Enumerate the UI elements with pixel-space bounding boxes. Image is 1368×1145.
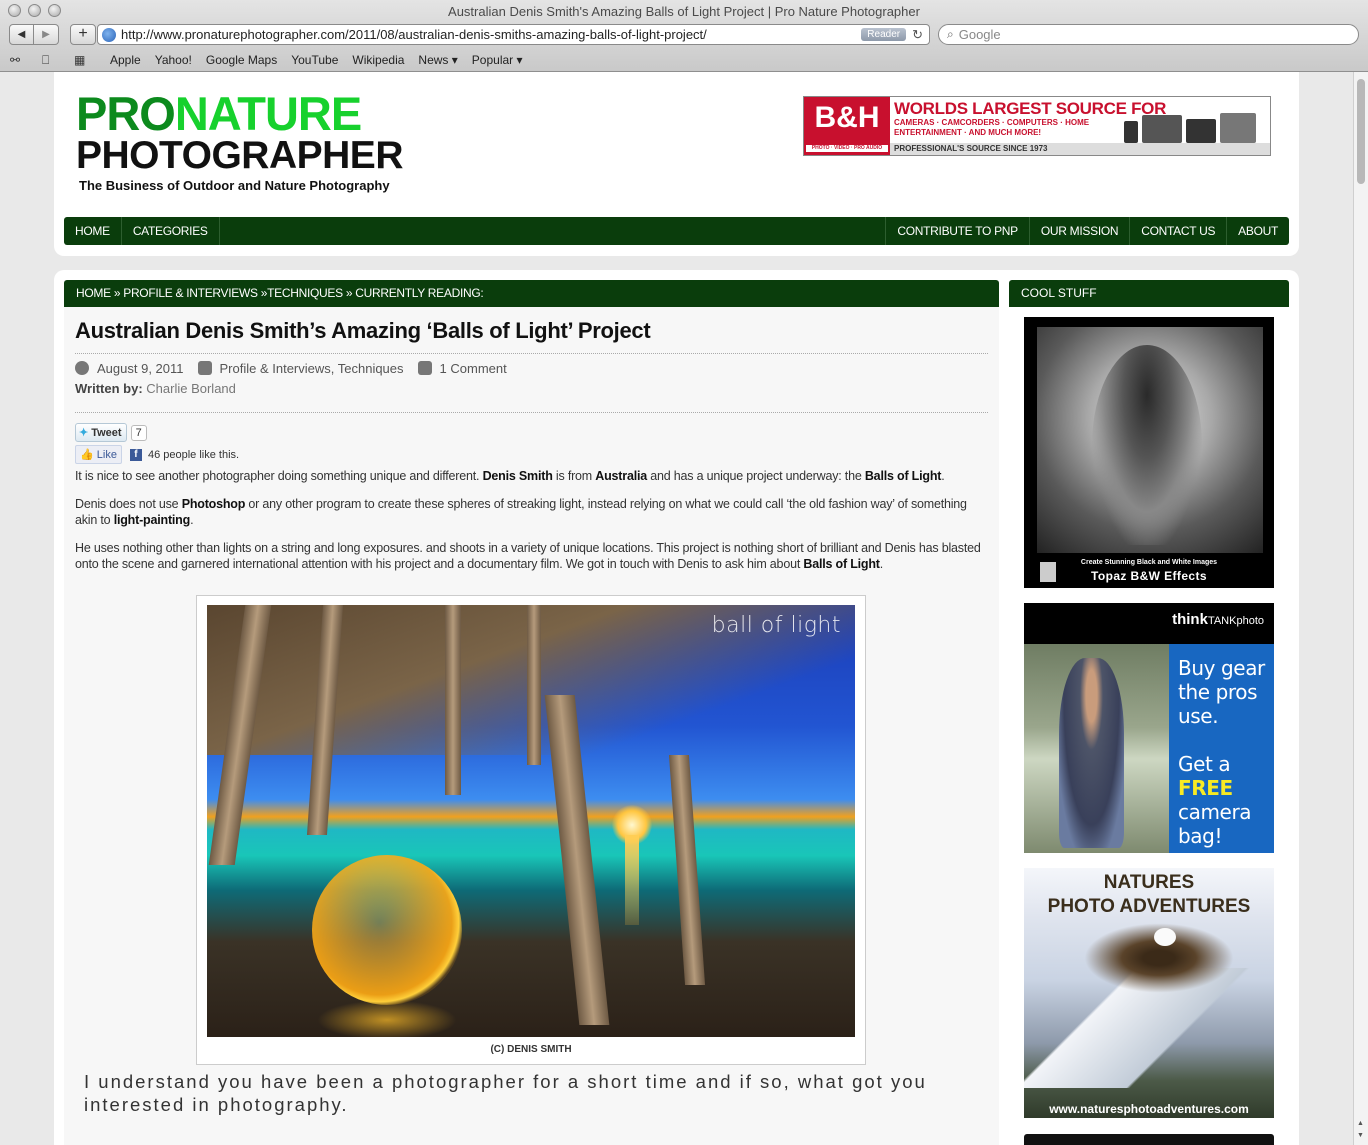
image-caption: (C) DENIS SMITH bbox=[490, 1044, 572, 1055]
article-meta: August 9, 2011 Profile & Interviews, Tec… bbox=[75, 360, 988, 376]
nav-categories[interactable]: CATEGORIES bbox=[122, 217, 220, 245]
window-title: Australian Denis Smith's Amazing Balls o… bbox=[448, 4, 920, 19]
nav-contact-us[interactable]: CONTACT US bbox=[1129, 217, 1226, 245]
article-figure: ball of light (C) DENIS SMITH bbox=[196, 595, 866, 1065]
logo-pro: PRO bbox=[76, 87, 176, 140]
main-nav: HOME CATEGORIES CONTRIBUTE TO PNP OUR MI… bbox=[64, 217, 1289, 245]
social-buttons: ✦ Tweet 7 👍 Like f 46 people like this. bbox=[75, 423, 988, 464]
logo-photographer: PHOTOGRAPHER bbox=[76, 134, 404, 177]
comments-link[interactable]: 1 Comment bbox=[440, 361, 507, 376]
natures-photo-adventures-ad[interactable]: NATURES PHOTO ADVENTURES www.naturesphoto… bbox=[1024, 868, 1274, 1118]
scrollbar-thumb[interactable] bbox=[1357, 79, 1365, 184]
comments-icon bbox=[417, 361, 432, 375]
clock-icon bbox=[75, 361, 89, 375]
category-icon bbox=[197, 361, 212, 375]
nav-our-mission[interactable]: OUR MISSION bbox=[1028, 217, 1129, 245]
post-categories[interactable]: Profile & Interviews, Techniques bbox=[220, 361, 404, 376]
like-count-text: 46 people like this. bbox=[147, 448, 240, 461]
site-tagline: The Business of Outdoor and Nature Photo… bbox=[79, 178, 390, 193]
bookmark-popular-menu[interactable]: Popular ▾ bbox=[472, 53, 523, 67]
thinktank-promo-text: Buy gear the pros use. Get a FREE camera… bbox=[1169, 644, 1274, 853]
vertical-scrollbar[interactable]: ▲ ▼ bbox=[1353, 72, 1368, 1145]
facebook-like-button[interactable]: 👍 Like bbox=[75, 445, 122, 464]
nav-contribute[interactable]: CONTRIBUTE TO PNP bbox=[885, 217, 1028, 245]
scroll-down-arrow-icon[interactable]: ▼ bbox=[1357, 1132, 1364, 1139]
ball-of-light-photo[interactable]: ball of light bbox=[207, 605, 855, 1037]
browser-chrome: Australian Denis Smith's Amazing Balls o… bbox=[0, 0, 1368, 72]
top-sites-grid-icon[interactable]: ▦ bbox=[74, 53, 96, 67]
post-date: August 9, 2011 bbox=[97, 360, 184, 376]
site-header: PRONATURE PHOTOGRAPHER The Business of O… bbox=[54, 72, 1299, 256]
bookmarks-book-icon[interactable]: ⎕ bbox=[42, 53, 64, 68]
npa-title: NATURES PHOTO ADVENTURES bbox=[1047, 872, 1251, 917]
reload-icon[interactable]: ↻ bbox=[912, 27, 923, 43]
bookmark-youtube[interactable]: YouTube bbox=[291, 53, 338, 67]
bookmark-wikipedia[interactable]: Wikipedia bbox=[352, 53, 404, 67]
site-logo[interactable]: PRONATURE PHOTOGRAPHER The Business of O… bbox=[76, 90, 404, 193]
address-bar[interactable]: http://www.pronaturephotographer.com/201… bbox=[97, 24, 930, 45]
topaz-ad-title: Topaz B&W Effects bbox=[1091, 569, 1207, 583]
globe-icon bbox=[102, 27, 116, 42]
nav-home[interactable]: HOME bbox=[64, 217, 122, 245]
logo-nature: NATURE bbox=[174, 87, 362, 140]
history-buttons: ◀ ▶ bbox=[9, 24, 59, 45]
interview-question: I understand you have been a photographe… bbox=[84, 1071, 927, 1115]
paragraph-3: He uses nothing other than lights on a s… bbox=[75, 541, 981, 571]
thinktank-logo: thinkTANKphoto bbox=[1172, 611, 1264, 628]
bookmark-yahoo[interactable]: Yahoo! bbox=[155, 53, 192, 67]
light-orb bbox=[312, 855, 462, 1005]
web-page: PRONATURE PHOTOGRAPHER The Business of O… bbox=[0, 72, 1353, 1145]
bh-logo: B&H PHOTO · VIDEO · PRO AUDIO bbox=[804, 97, 890, 155]
thinktank-ad[interactable]: thinkTANKphoto Buy gear the pros use. Ge… bbox=[1024, 603, 1274, 853]
npa-url: www.naturesphotoadventures.com bbox=[1049, 1102, 1249, 1116]
topaz-ad-tagline: Create Stunning Black and White Images bbox=[1080, 559, 1218, 566]
scroll-up-arrow-icon[interactable]: ▲ bbox=[1357, 1120, 1364, 1127]
breadcrumb[interactable]: HOME » PROFILE & INTERVIEWS »TECHNIQUES … bbox=[64, 280, 999, 307]
bookmark-apple[interactable]: Apple bbox=[110, 53, 141, 67]
reader-button[interactable]: Reader bbox=[861, 28, 907, 41]
back-button[interactable]: ◀ bbox=[9, 24, 34, 45]
search-icon: ⌕ bbox=[947, 27, 954, 41]
bookmark-google-maps[interactable]: Google Maps bbox=[206, 53, 277, 67]
facebook-icon: f bbox=[129, 448, 142, 461]
sidebar: COOL STUFF Create Stunning Black and Whi… bbox=[1009, 280, 1289, 1145]
sidebar-heading: COOL STUFF bbox=[1009, 280, 1289, 307]
image-watermark: ball of light bbox=[711, 613, 841, 638]
bookmarks-bar: ⚯ ⎕ ▦ Apple Yahoo! Google Maps YouTube W… bbox=[0, 50, 1368, 70]
add-bookmark-button[interactable]: + bbox=[70, 24, 96, 45]
next-sidebar-ad[interactable] bbox=[1024, 1134, 1274, 1145]
nav-about[interactable]: ABOUT bbox=[1226, 217, 1289, 245]
paragraph-2: Denis does not use Photoshop or any othe… bbox=[75, 497, 967, 527]
search-placeholder: Google bbox=[958, 27, 1001, 42]
twitter-bird-icon: ✦ bbox=[79, 427, 89, 439]
search-field[interactable]: ⌕ Google bbox=[938, 24, 1359, 45]
tweet-count: 7 bbox=[130, 424, 147, 441]
author-name[interactable]: Charlie Borland bbox=[146, 381, 236, 396]
bh-banner-ad[interactable]: B&H PHOTO · VIDEO · PRO AUDIO WORLDS LARG… bbox=[803, 96, 1271, 156]
paragraph-1: It is nice to see another photographer d… bbox=[75, 469, 945, 483]
gadgets-image bbox=[1124, 99, 1264, 143]
article-title: Australian Denis Smith’s Amazing ‘Balls … bbox=[75, 318, 988, 354]
url-text[interactable]: http://www.pronaturephotographer.com/201… bbox=[121, 27, 861, 42]
bookmark-news-menu[interactable]: News ▾ bbox=[418, 53, 457, 67]
article-column: HOME » PROFILE & INTERVIEWS »TECHNIQUES … bbox=[64, 280, 999, 1145]
forward-button[interactable]: ▶ bbox=[34, 24, 59, 45]
tweet-button[interactable]: ✦ Tweet bbox=[75, 423, 127, 442]
main-container: HOME » PROFILE & INTERVIEWS »TECHNIQUES … bbox=[54, 270, 1299, 1145]
byline: Written by: Charlie Borland bbox=[75, 381, 988, 413]
bh-footer: PROFESSIONAL'S SOURCE SINCE 1973 bbox=[890, 143, 1270, 155]
topaz-ad[interactable]: Create Stunning Black and White Images T… bbox=[1024, 317, 1274, 588]
reading-list-icon[interactable]: ⚯ bbox=[10, 53, 32, 67]
